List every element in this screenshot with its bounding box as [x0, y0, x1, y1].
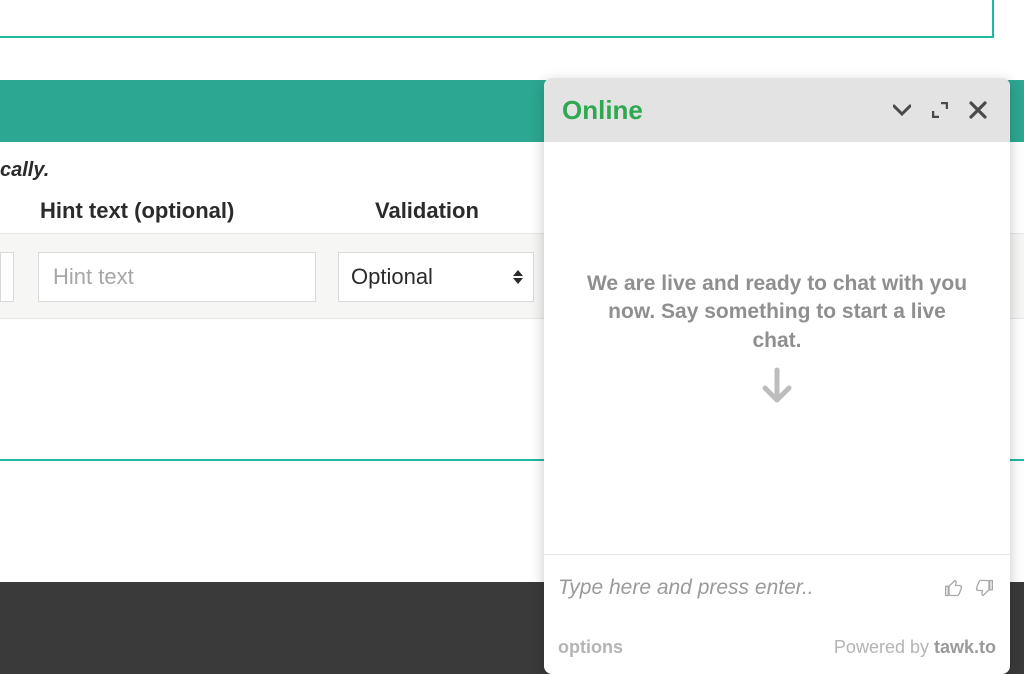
chat-input-row: [544, 554, 1010, 620]
chat-powered-brand: tawk.to: [934, 637, 996, 657]
chat-status-label: Online: [562, 95, 878, 126]
thumbs-down-button[interactable]: [972, 576, 996, 600]
column-header-validation: Validation: [375, 198, 479, 224]
expand-icon: [932, 102, 948, 118]
close-icon: [969, 101, 987, 119]
form-column-headers: Hint text (optional) Validation: [40, 198, 479, 224]
previous-field-sliver[interactable]: [0, 252, 14, 302]
section-caption-fragment: cally.: [0, 159, 49, 182]
card-outline: [0, 0, 994, 38]
chat-footer: options Powered by tawk.to: [544, 620, 1010, 674]
chat-feedback-group: [942, 576, 996, 600]
chat-body: We are live and ready to chat with you n…: [544, 142, 1010, 554]
chevron-down-icon: [893, 104, 911, 116]
chat-header: Online: [544, 78, 1010, 142]
select-caret-icon: [513, 270, 523, 284]
chat-widget: Online We are live and ready to chat wit…: [544, 78, 1010, 674]
arrow-down-icon: [758, 366, 796, 413]
column-header-hint: Hint text (optional): [40, 198, 315, 224]
thumbs-up-button[interactable]: [942, 576, 966, 600]
chat-message-input[interactable]: [558, 576, 934, 600]
thumbs-down-icon: [974, 578, 994, 598]
chat-powered-prefix: Powered by: [834, 637, 934, 657]
chat-powered-by[interactable]: Powered by tawk.to: [834, 637, 996, 658]
chat-popout-button[interactable]: [926, 96, 954, 124]
chat-minimize-button[interactable]: [888, 96, 916, 124]
chat-close-button[interactable]: [964, 96, 992, 124]
thumbs-up-icon: [944, 578, 964, 598]
chat-greeting-text: We are live and ready to chat with you n…: [584, 270, 970, 355]
validation-selected-label: Optional: [351, 264, 433, 290]
validation-select[interactable]: Optional: [338, 252, 534, 302]
chat-options-link[interactable]: options: [558, 637, 623, 658]
hint-text-input[interactable]: [38, 252, 316, 302]
